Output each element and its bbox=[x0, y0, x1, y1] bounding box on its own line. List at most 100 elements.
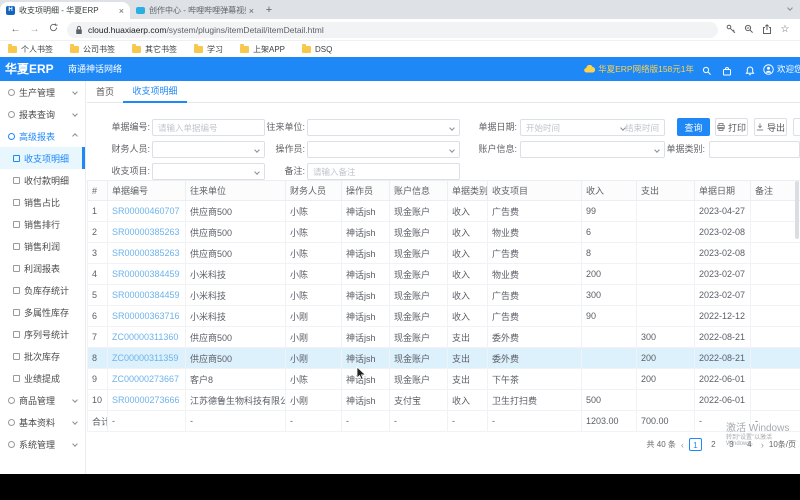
bookmark-item[interactable]: 上架APP bbox=[240, 44, 285, 55]
page-number[interactable]: 1 bbox=[689, 438, 702, 451]
table-row[interactable]: 6SR00000363716小米科技小刚神话jsh现金账户收入广告费902022… bbox=[88, 306, 800, 327]
print-button[interactable]: 打印 bbox=[715, 118, 748, 136]
sidebar-item[interactable]: 业绩提成 bbox=[0, 367, 85, 389]
export-button[interactable]: 导出 bbox=[754, 118, 787, 136]
share-icon[interactable] bbox=[758, 21, 776, 39]
query-button[interactable]: 查询 bbox=[677, 118, 710, 136]
sidebar-item[interactable]: 销售排行 bbox=[0, 213, 85, 235]
remark-input[interactable] bbox=[307, 163, 460, 180]
more-button-partial[interactable] bbox=[793, 118, 800, 136]
sidebar-item[interactable]: 批次库存 bbox=[0, 345, 85, 367]
table-cell: 2022-06-01 bbox=[695, 369, 751, 390]
bookmark-item[interactable]: 个人书签 bbox=[8, 44, 53, 55]
table-row[interactable]: 3SR00000385263供应商500小陈神话jsh现金账户收入广告费8202… bbox=[88, 243, 800, 264]
doc-no-link[interactable]: SR00000385263 bbox=[112, 248, 180, 258]
bookmark-item[interactable]: 学习 bbox=[194, 44, 223, 55]
table-row[interactable]: 8ZC00000311359供应商500小刚神话jsh现金账户支出委外费2002… bbox=[88, 348, 800, 369]
doc-category-input[interactable] bbox=[709, 141, 800, 158]
total-cell: - bbox=[695, 411, 751, 432]
table-row[interactable]: 5SR00000384459小米科技小陈神话jsh现金账户收入广告费300202… bbox=[88, 285, 800, 306]
sidebar-item[interactable]: 生产管理 bbox=[0, 81, 85, 103]
refresh-icon[interactable] bbox=[44, 22, 63, 38]
doc-no-link[interactable]: SR00000384459 bbox=[112, 290, 180, 300]
sidebar-item-active[interactable]: 收支项明细 bbox=[0, 147, 85, 169]
doc-no-link[interactable]: SR00000460707 bbox=[112, 206, 180, 216]
table-cell bbox=[637, 243, 695, 264]
scrollbar-thumb[interactable] bbox=[795, 181, 799, 239]
table-row[interactable]: 7ZC00000311360供应商500小刚神话jsh现金账户支出委外费3002… bbox=[88, 327, 800, 348]
prev-page-icon[interactable]: ‹ bbox=[681, 440, 684, 450]
table-cell: 支出 bbox=[448, 348, 488, 369]
tab-home[interactable]: 首页 bbox=[87, 81, 123, 103]
doc-no-link[interactable]: ZC00000273667 bbox=[112, 374, 179, 384]
table-row[interactable]: 10SR00000273666江苏德鲁生物科技有限公司小刚神话jsh支付宝收入卫… bbox=[88, 390, 800, 411]
partner-select[interactable] bbox=[307, 119, 460, 136]
header-cart-icon[interactable] bbox=[722, 63, 734, 75]
table-row[interactable]: 4SR00000384459小米科技小陈神话jsh现金账户收入物业费200202… bbox=[88, 264, 800, 285]
table-cell: 支出 bbox=[448, 369, 488, 390]
doc-no-link[interactable]: ZC00000311359 bbox=[112, 353, 178, 363]
bookmark-label: 学习 bbox=[207, 44, 223, 55]
bookmark-item[interactable]: DSQ bbox=[302, 45, 332, 54]
sidebar-item[interactable]: 利润报表 bbox=[0, 257, 85, 279]
sidebar-item[interactable]: 基本资料 bbox=[0, 411, 85, 433]
bookmark-item[interactable]: 其它书签 bbox=[132, 44, 177, 55]
zoom-out-icon[interactable] bbox=[740, 21, 758, 39]
table-cell bbox=[751, 390, 800, 411]
date-range-input[interactable]: 开始时间 结束时间 bbox=[520, 119, 665, 136]
tab-item-detail[interactable]: 收支项明细 bbox=[123, 81, 187, 103]
browser-tab-erp[interactable]: H 收支项明细 - 华夏ERP × bbox=[0, 2, 130, 19]
page-size-select[interactable]: 10条/页 bbox=[769, 439, 796, 450]
sidebar-item[interactable]: 收付款明细 bbox=[0, 169, 85, 191]
bookmark-star-icon[interactable]: ☆ bbox=[776, 24, 794, 35]
url-field[interactable]: cloud.huaxiaerp.com/system/plugins/itemD… bbox=[67, 22, 718, 38]
sidebar-item[interactable]: 销售利润 bbox=[0, 235, 85, 257]
sidebar-item[interactable]: 销售占比 bbox=[0, 191, 85, 213]
page-number[interactable]: 3 bbox=[725, 438, 738, 451]
close-tab-icon[interactable]: × bbox=[119, 6, 124, 16]
table-row[interactable]: 2SR00000385263供应商500小陈神话jsh现金账户收入物业费6202… bbox=[88, 222, 800, 243]
user-icon bbox=[763, 64, 774, 75]
sidebar-item[interactable]: 高级报表 bbox=[0, 125, 85, 147]
doc-no-link[interactable]: SR00000363716 bbox=[112, 311, 180, 321]
table-cell: 9 bbox=[88, 369, 108, 390]
doc-no-link[interactable]: SR00000273666 bbox=[112, 395, 180, 405]
doc-no-link[interactable]: SR00000385263 bbox=[112, 227, 180, 237]
table-row[interactable]: 1SR00000460707供应商500小陈神话jsh现金账户收入广告费9920… bbox=[88, 201, 800, 222]
sidebar-item[interactable]: 系统管理 bbox=[0, 433, 85, 455]
sidebar-item-label: 序列号统计 bbox=[24, 328, 69, 341]
header-search-icon[interactable] bbox=[702, 63, 714, 75]
browser-tab-bilibili[interactable]: 创作中心 - 哔哩哔哩弹幕视频网 × bbox=[130, 2, 260, 19]
partner-label: 往来单位: bbox=[237, 119, 305, 136]
promo-link[interactable]: 华夏ERP网络版158元1年 bbox=[584, 57, 694, 81]
sidebar: 生产管理报表查询高级报表收支项明细收付款明细销售占比销售排行销售利润利润报表负库… bbox=[0, 81, 86, 474]
doc-no-link[interactable]: SR00000384459 bbox=[112, 269, 180, 279]
sidebar-item[interactable]: 商品管理 bbox=[0, 389, 85, 411]
operator-select[interactable] bbox=[307, 141, 460, 158]
page-number[interactable]: 4 bbox=[743, 438, 756, 451]
table-cell: 300 bbox=[637, 327, 695, 348]
next-page-icon[interactable]: › bbox=[761, 440, 764, 450]
tab-search-chevron-icon[interactable] bbox=[787, 5, 793, 11]
user-welcome[interactable]: 欢迎您 bbox=[763, 57, 800, 81]
printer-icon bbox=[717, 123, 725, 131]
doc-no-link[interactable]: ZC00000311360 bbox=[112, 332, 178, 342]
operator-label: 操作员: bbox=[237, 141, 305, 158]
password-key-icon[interactable] bbox=[722, 21, 740, 39]
close-tab-icon[interactable]: × bbox=[249, 6, 254, 16]
sidebar-item[interactable]: 序列号统计 bbox=[0, 323, 85, 345]
header-bell-icon[interactable] bbox=[745, 63, 757, 75]
new-tab-button[interactable]: + bbox=[260, 2, 278, 19]
date-start-placeholder: 开始时间 bbox=[526, 122, 560, 134]
forward-icon[interactable]: → bbox=[25, 22, 44, 38]
sidebar-item[interactable]: 负库存统计 bbox=[0, 279, 85, 301]
menu-item-icon bbox=[13, 375, 20, 382]
pagination-total: 共 40 条 bbox=[647, 439, 676, 450]
sidebar-item[interactable]: 报表查询 bbox=[0, 103, 85, 125]
table-row[interactable]: 9ZC00000273667客户8小陈神话jsh现金账户支出下午茶2002022… bbox=[88, 369, 800, 390]
sidebar-item[interactable]: 多属性库存 bbox=[0, 301, 85, 323]
menu-group-icon bbox=[8, 133, 15, 140]
back-icon[interactable]: ← bbox=[6, 22, 25, 38]
page-number[interactable]: 2 bbox=[707, 438, 720, 451]
bookmark-item[interactable]: 公司书签 bbox=[70, 44, 115, 55]
